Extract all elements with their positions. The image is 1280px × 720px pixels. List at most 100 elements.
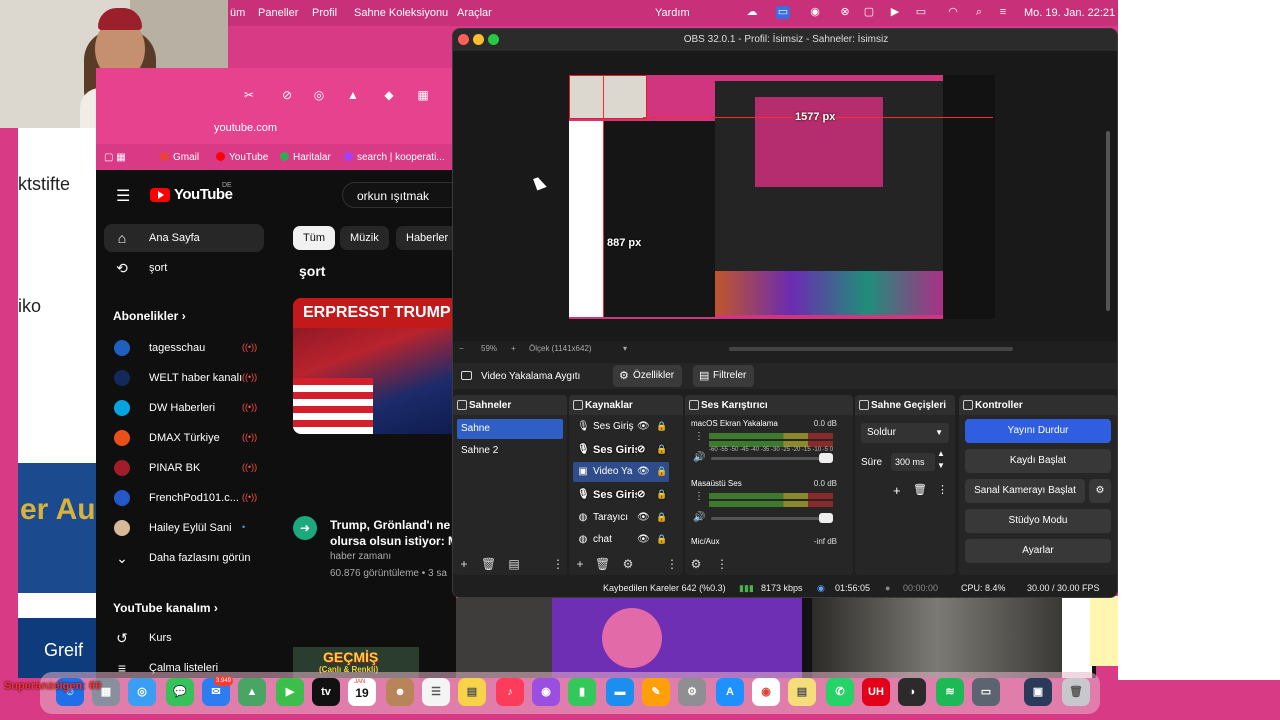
system-settings-icon[interactable]: ⚙: [678, 678, 706, 706]
messages-icon[interactable]: 💬: [166, 678, 194, 706]
spotify-icon[interactable]: ≋: [936, 678, 964, 706]
sync-icon[interactable]: ⊗: [838, 6, 852, 19]
trash-icon[interactable]: 🗑: [595, 557, 610, 571]
source-item[interactable]: 🎙 Ses Giriş ⊘ 🔒: [573, 485, 669, 505]
notes-icon[interactable]: ▤: [458, 678, 486, 706]
screenshot-icon[interactable]: ▭: [972, 678, 1000, 706]
menu-item-tools[interactable]: Araçlar: [457, 7, 492, 19]
control-center-icon[interactable]: ≡: [996, 6, 1010, 19]
volume-slider-handle[interactable]: [819, 453, 833, 463]
battery-icon[interactable]: ▭: [914, 6, 928, 19]
filter-icon[interactable]: ▤: [507, 557, 521, 571]
wifi-icon[interactable]: ◠: [946, 6, 960, 19]
creative-cloud-icon[interactable]: ☁: [745, 6, 759, 19]
music-icon[interactable]: ♪: [496, 678, 524, 706]
menu-icon[interactable]: ☰: [116, 186, 130, 206]
youtube-logo-icon[interactable]: [150, 188, 170, 202]
volume-slider[interactable]: [711, 457, 829, 460]
speaker-icon[interactable]: 🔊: [693, 512, 705, 523]
search-input[interactable]: orkun ışıtmak: [342, 182, 456, 208]
eye-icon[interactable]: 👁: [637, 466, 650, 477]
extension-icon[interactable]: ◆: [382, 88, 396, 102]
scene-item[interactable]: Sahne: [457, 419, 563, 439]
more-icon[interactable]: ⋮: [551, 557, 565, 571]
menu-item-docks[interactable]: Paneller: [258, 7, 298, 19]
obs-status-icon[interactable]: ◉: [808, 6, 822, 19]
lock-icon[interactable]: 🔒: [656, 489, 667, 500]
speaker-icon[interactable]: 🔊: [693, 452, 705, 463]
add-icon[interactable]: +: [457, 557, 471, 571]
video-channel[interactable]: haber zamanı: [330, 551, 391, 562]
url-text[interactable]: youtube.com: [214, 122, 277, 134]
files-icon[interactable]: ▤: [788, 678, 816, 706]
properties-button[interactable]: ⚙ Özellikler: [613, 365, 683, 387]
gear-icon[interactable]: ⚙: [621, 557, 635, 571]
source-item[interactable]: 🎙 Ses Giriş ⊘ 🔒: [573, 440, 669, 460]
sidebar-item-shorts[interactable]: ⟲ şort: [104, 254, 264, 282]
channel-tagesschau[interactable]: tagesschau ((•)): [104, 334, 264, 362]
trash-icon[interactable]: 🗑: [1062, 678, 1090, 706]
contacts-icon[interactable]: ☻: [386, 678, 414, 706]
channel-dw[interactable]: DW Haberleri ((•)): [104, 394, 264, 422]
zoom-in-icon[interactable]: +: [511, 344, 516, 353]
channel-avatar[interactable]: ➜: [293, 516, 317, 540]
channel-pinar[interactable]: PINAR BK ((•)): [104, 454, 264, 482]
stepper-down-icon[interactable]: ▼: [937, 461, 945, 470]
menu-item-scene-collection[interactable]: Sahne Koleksiyonu: [354, 7, 448, 19]
channel-welt[interactable]: WELT haber kanalı ((•)): [104, 364, 264, 392]
bookmark-search[interactable]: search | kooperati...: [344, 152, 445, 163]
more-icon[interactable]: ⋮: [937, 483, 948, 496]
stop-streaming-button[interactable]: Yayını Durdur: [965, 419, 1111, 443]
scene-item[interactable]: Sahne 2: [457, 441, 563, 461]
more-icon[interactable]: ⋮: [694, 491, 704, 502]
pages-icon[interactable]: ✎: [642, 678, 670, 706]
filters-button[interactable]: ▤ Filtreler: [693, 365, 755, 387]
crop-icon[interactable]: ✂: [242, 88, 256, 102]
bookmark-gmail[interactable]: Gmail: [160, 152, 199, 163]
your-channel-heading[interactable]: YouTube kanalım ›: [113, 601, 218, 615]
trash-icon[interactable]: 🗑: [481, 557, 496, 571]
eye-icon[interactable]: 👁: [637, 421, 650, 432]
obs-icon[interactable]: ◑: [898, 678, 926, 706]
preview-canvas[interactable]: [569, 75, 995, 319]
add-icon[interactable]: +: [573, 557, 587, 571]
source-item[interactable]: ▣ Video Ya 👁 🔒: [573, 462, 669, 482]
more-icon[interactable]: ⋮: [665, 557, 679, 571]
subscriptions-heading[interactable]: Abonelikler ›: [113, 309, 186, 323]
chip-all[interactable]: Tüm: [293, 226, 335, 250]
start-virtual-camera-button[interactable]: Sanal Kamerayı Başlat: [965, 479, 1085, 503]
virtual-camera-settings-button[interactable]: ⚙: [1089, 479, 1111, 503]
chip-music[interactable]: Müzik: [340, 226, 389, 250]
menu-item-help[interactable]: Yardım: [655, 7, 690, 19]
facetime-icon[interactable]: ▶: [276, 678, 304, 706]
volume-slider-handle[interactable]: [819, 513, 833, 523]
eye-icon[interactable]: 👁: [637, 534, 650, 545]
screen-record-icon[interactable]: ▭: [776, 6, 790, 19]
video-title[interactable]: Trump, Grönland'ı ne p olursa olsun isti…: [330, 517, 456, 549]
eye-hidden-icon[interactable]: ⊘: [637, 489, 645, 500]
search-value[interactable]: orkun ışıtmak: [357, 189, 429, 203]
tab-grid-icon[interactable]: ▢ ▦: [104, 152, 126, 163]
duration-input[interactable]: 300 ms: [891, 453, 935, 471]
address-bar[interactable]: youtube.com: [96, 114, 456, 144]
windows-icon[interactable]: ▦: [416, 88, 430, 102]
window-icon[interactable]: ▢: [862, 6, 876, 19]
chrome-icon[interactable]: ◉: [752, 678, 780, 706]
video-thumbnail[interactable]: ERPRESST TRUMP: [293, 298, 456, 434]
whatsapp-icon[interactable]: ✆: [826, 678, 854, 706]
apple-tv-icon[interactable]: tv: [312, 678, 340, 706]
stepper-up-icon[interactable]: ▲: [937, 449, 945, 458]
bookmark-maps[interactable]: Haritalar: [280, 152, 331, 163]
lock-icon[interactable]: 🔒: [656, 512, 667, 523]
settings-button[interactable]: Ayarlar: [965, 539, 1111, 563]
numbers-icon[interactable]: ▮: [568, 678, 596, 706]
podcasts-icon[interactable]: ◉: [532, 678, 560, 706]
recent-window-icon[interactable]: ▣: [1024, 678, 1052, 706]
clock[interactable]: Mo. 19. Jan. 22:21: [1024, 7, 1115, 19]
reminders-icon[interactable]: ☰: [422, 678, 450, 706]
more-icon[interactable]: ⋮: [694, 431, 704, 442]
trash-icon[interactable]: 🗑: [913, 483, 927, 496]
channel-dmax[interactable]: DMAX Türkiye ((•)): [104, 424, 264, 452]
sidebar-item-courses[interactable]: ↺ Kurs: [104, 624, 264, 652]
safari-icon[interactable]: ◎: [128, 678, 156, 706]
